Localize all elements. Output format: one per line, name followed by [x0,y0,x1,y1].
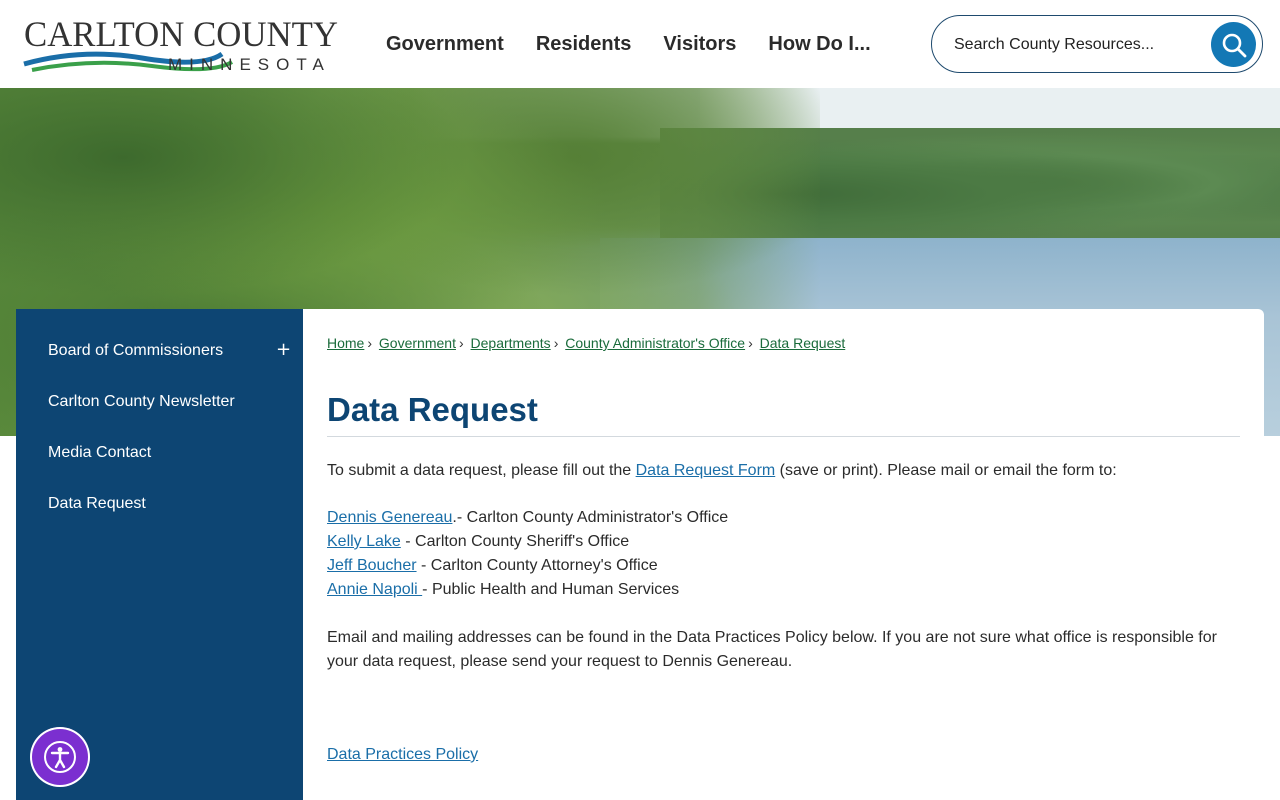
search-box [931,15,1263,73]
breadcrumb-administrators-office[interactable]: County Administrator's Office [565,335,745,351]
search-input[interactable] [954,33,1214,57]
breadcrumb: Home › Government › Departments › County Ad… [327,335,846,351]
county-logo[interactable]: CARLTON COUNTY MINNESOTA [22,14,344,76]
main-content: Home › Government › Departments › County Ad… [303,309,1264,800]
breadcrumb-government[interactable]: Government [379,335,456,351]
sidebar-item-board-of-commissioners[interactable]: Board of Commissioners [48,342,223,360]
sidebar-item-media-contact[interactable]: Media Contact [48,444,151,462]
title-divider [327,436,1240,437]
main-nav: Government Residents Visitors How Do I..… [370,0,887,88]
site-header: CARLTON COUNTY MINNESOTA Government Resi… [0,0,1280,88]
contact-link-jeff-boucher[interactable]: Jeff Boucher [327,557,417,574]
accessibility-icon [44,741,76,773]
nav-residents[interactable]: Residents [520,33,648,56]
breadcrumb-home[interactable]: Home [327,335,364,351]
breadcrumb-departments[interactable]: Departments [471,335,551,351]
nav-visitors[interactable]: Visitors [647,33,752,56]
search-icon [1222,33,1246,57]
sidebar-item-data-request[interactable]: Data Request [48,495,146,513]
logo-subtitle: MINNESOTA [168,55,331,74]
note-text: Email and mailing addresses can be found… [327,629,1217,670]
contact-item: Kelly Lake - Carlton County Sheriff's Of… [327,533,630,550]
contact-item: Jeff Boucher - Carlton County Attorney's… [327,557,658,574]
contact-item: Annie Napoli - Public Health and Human S… [327,581,680,598]
sidebar-item-newsletter[interactable]: Carlton County Newsletter [48,393,235,411]
nav-how-do-i[interactable]: How Do I... [752,33,886,56]
data-practices-policy-link[interactable]: Data Practices Policy [327,746,478,763]
contact-link-dennis-genereau[interactable]: Dennis Genereau [327,509,452,526]
intro-text: To submit a data request, please fill ou… [327,462,1117,479]
policy-section: Data Practices Policy [327,743,478,767]
contact-list: Dennis Genereau.- Carlton County Adminis… [327,506,728,602]
accessibility-button[interactable] [30,727,90,787]
page-title: Data Request [327,391,538,428]
contact-item: Dennis Genereau.- Carlton County Adminis… [327,509,729,526]
contact-link-kelly-lake[interactable]: Kelly Lake [327,533,401,550]
logo-title: CARLTON COUNTY [24,14,338,54]
search-button[interactable] [1211,22,1256,67]
nav-government[interactable]: Government [370,33,520,56]
breadcrumb-data-request[interactable]: Data Request [760,335,846,351]
expand-plus-icon[interactable]: + [276,339,291,360]
contact-link-annie-napoli[interactable]: Annie Napoli [327,581,422,598]
data-request-form-link[interactable]: Data Request Form [636,462,776,479]
